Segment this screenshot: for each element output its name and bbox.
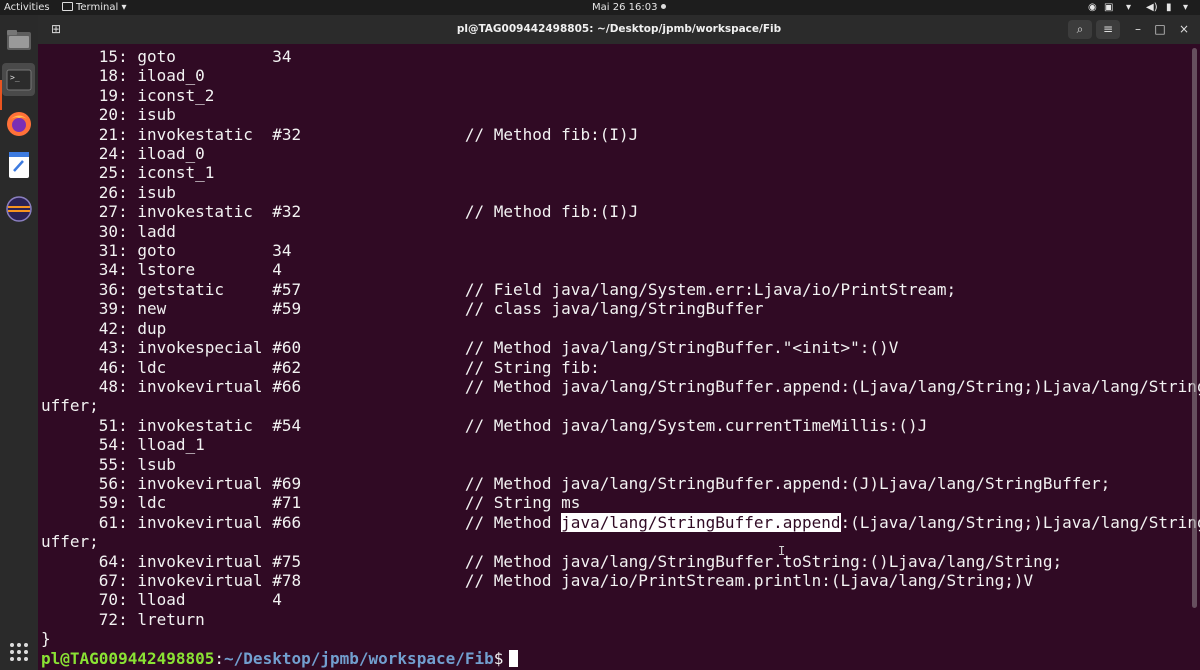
maximize-icon[interactable]: □: [1151, 20, 1169, 39]
terminal-line: uffer;: [41, 532, 99, 552]
terminal-line: 36: getstatic #57 // Field java/lang/Sys…: [41, 279, 957, 299]
minimize-icon[interactable]: –: [1129, 20, 1147, 39]
svg-text:>_: >_: [10, 73, 20, 82]
app-indicator-icon[interactable]: ▣: [1104, 2, 1113, 13]
notification-dot-icon: [661, 4, 667, 9]
terminal-icon: [62, 2, 73, 11]
terminal-line-with-selection: 61: invokevirtual #66 // Method java/lan…: [41, 512, 1200, 532]
terminal-line: 64: invokevirtual #75 // Method java/lan…: [41, 551, 1063, 571]
terminal-cursor: [509, 649, 519, 667]
prompt-symbol: $: [493, 648, 504, 668]
terminal-line: 72: lreturn: [41, 609, 205, 629]
files-app-icon[interactable]: [2, 23, 35, 56]
close-icon[interactable]: ×: [1175, 20, 1193, 39]
shell-prompt[interactable]: pl@TAG009442498805:~/Desktop/jpmb/worksp…: [41, 649, 1200, 668]
terminal-app-icon[interactable]: >_: [2, 63, 35, 96]
prompt-user-host: pl@TAG009442498805: [41, 648, 215, 668]
new-tab-icon[interactable]: ⊞: [46, 20, 66, 39]
system-menu-icon[interactable]: ▾: [1183, 2, 1188, 13]
terminal-line: 54: lload_1: [41, 435, 205, 455]
prompt-path: ~/Desktop/jpmb/workspace/Fib: [224, 648, 494, 668]
terminal-line: 48: invokevirtual #66 // Method java/lan…: [41, 376, 1200, 396]
line-segment: 61: invokevirtual #66 // Method: [41, 512, 562, 532]
app-menu[interactable]: Terminal ▾: [62, 1, 126, 14]
scrollbar[interactable]: [1192, 48, 1197, 608]
window-title: pl@TAG009442498805: ~/Desktop/jpmb/works…: [456, 23, 782, 35]
terminal-line: 21: invokestatic #32 // Method fib:(I)J: [41, 124, 639, 144]
terminal-line: 15: goto 34: [41, 47, 292, 66]
firefox-icon[interactable]: [2, 107, 35, 140]
terminal-line: }: [41, 629, 51, 649]
terminal-line: uffer;: [41, 396, 99, 416]
terminal-line: 67: invokevirtual #78 // Method java/io/…: [41, 570, 1034, 590]
terminal-line: 27: invokestatic #32 // Method fib:(I)J: [41, 202, 639, 222]
terminal-line: 18: iload_0: [41, 66, 205, 86]
terminal-line: 56: invokevirtual #69 // Method java/lan…: [41, 473, 1111, 493]
terminal-line: 59: ldc #71 // String ms: [41, 493, 581, 513]
terminal-line: 55: lsub: [41, 454, 176, 474]
terminal-line: 31: goto 34: [41, 241, 292, 261]
terminal-line: 42: dup: [41, 318, 167, 338]
chrome-indicator-icon[interactable]: ◉: [1088, 2, 1097, 13]
wifi-icon[interactable]: ▾: [1126, 2, 1131, 13]
battery-icon[interactable]: ▮: [1166, 2, 1172, 13]
system-top-bar: Activities Terminal ▾ Mai 26 16:03 ◉ ▣ ▾…: [0, 0, 1200, 15]
eclipse-icon[interactable]: [2, 192, 35, 225]
dock: >_: [0, 15, 38, 670]
hamburger-menu-icon[interactable]: ≡: [1096, 20, 1120, 39]
text-editor-icon[interactable]: [2, 148, 35, 181]
search-icon[interactable]: ⌕: [1068, 20, 1092, 39]
terminal-line: 20: isub: [41, 105, 176, 125]
window-titlebar[interactable]: pl@TAG009442498805: ~/Desktop/jpmb/works…: [38, 15, 1200, 44]
terminal-line: 43: invokespecial #60 // Method java/lan…: [41, 338, 899, 358]
app-menu-label: Terminal ▾: [76, 2, 127, 13]
terminal-line: 46: ldc #62 // String fib:: [41, 357, 600, 377]
terminal-line: 19: iconst_2: [41, 85, 215, 105]
terminal-line: 34: lstore 4: [41, 260, 282, 280]
terminal-line: 24: iload_0: [41, 144, 205, 164]
terminal-line: 30: ladd: [41, 221, 176, 241]
show-applications-icon[interactable]: [2, 635, 35, 668]
clock[interactable]: Mai 26 16:03: [592, 1, 667, 14]
terminal-line: 25: iconst_1: [41, 163, 215, 183]
volume-icon[interactable]: ◀): [1146, 2, 1158, 13]
terminal-line: 26: isub: [41, 182, 176, 202]
selected-text: java/lang/StringBuffer.append: [561, 512, 841, 532]
activities-button[interactable]: Activities: [4, 1, 50, 14]
line-segment: :(Ljava/lang/String;)Ljava/lang/StringB: [840, 512, 1200, 532]
terminal-line: 51: invokestatic #54 // Method java/lang…: [41, 415, 928, 435]
terminal-line: 70: lload 4: [41, 590, 282, 610]
terminal-lines: 15: goto 34 18: iload_0 19: iconst_2 20:…: [41, 47, 1200, 668]
terminal-output[interactable]: 15: goto 34 18: iload_0 19: iconst_2 20:…: [38, 44, 1200, 670]
terminal-line: 39: new #59 // class java/lang/StringBuf…: [41, 299, 764, 319]
text-cursor-icon: I: [778, 544, 786, 558]
clock-label: Mai 26 16:03: [592, 2, 658, 13]
prompt-separator: :: [214, 648, 225, 668]
